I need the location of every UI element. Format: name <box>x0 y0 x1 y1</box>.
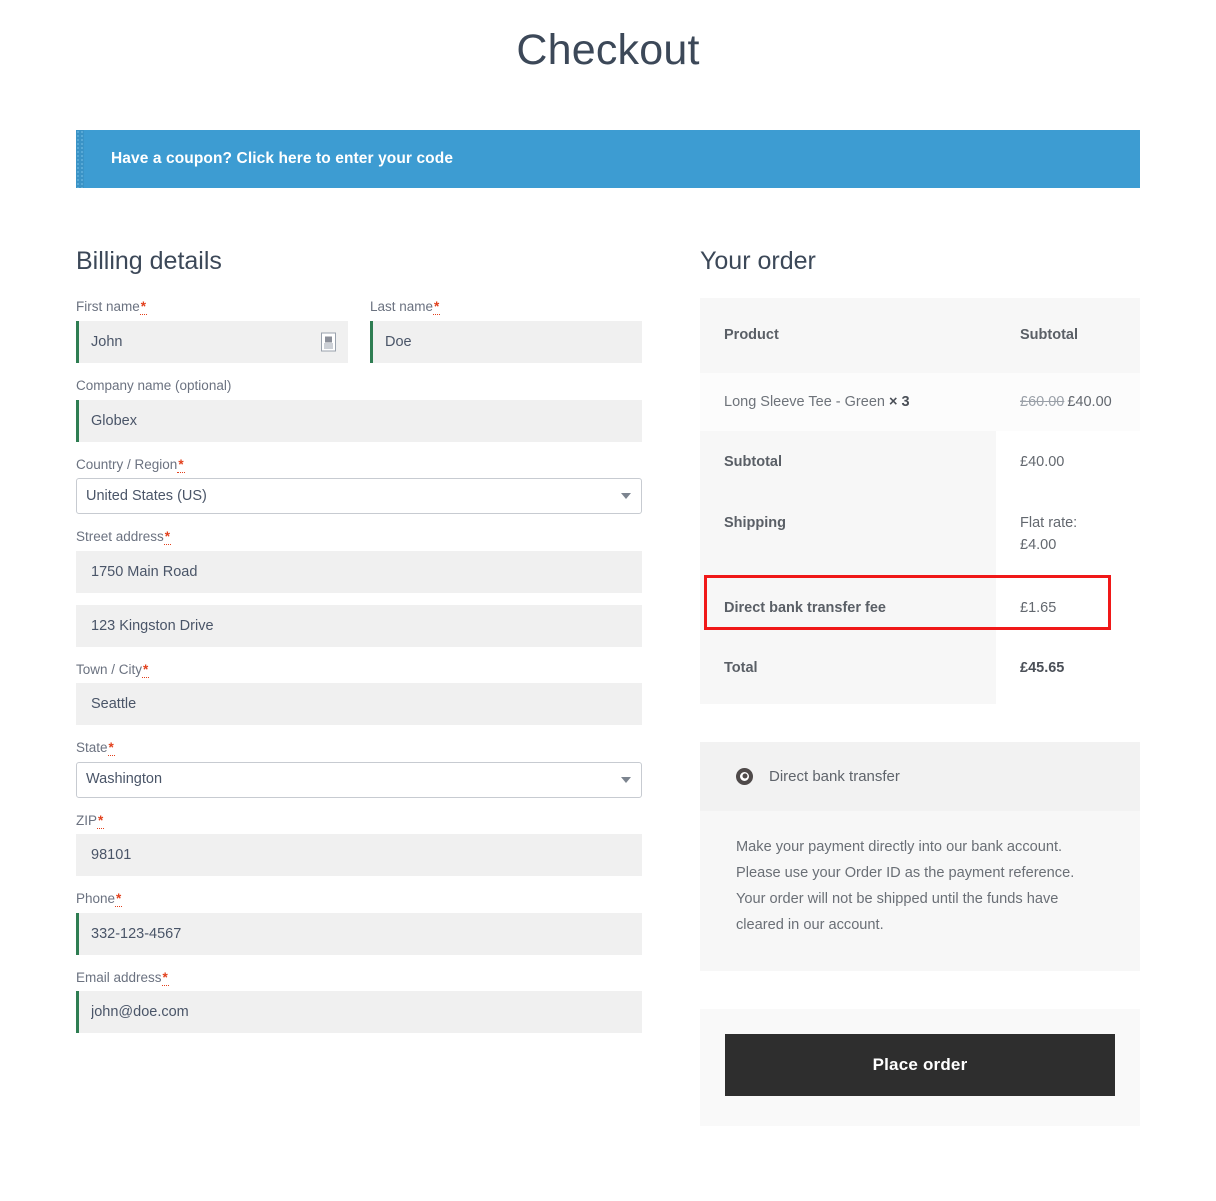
order-table-body: Long Sleeve Tee - Green × 3 £60.00 £40.00… <box>700 372 1140 704</box>
radio-selected-icon[interactable] <box>736 767 753 785</box>
bank-transfer-fee-value: £1.65 <box>996 578 1140 638</box>
page-title: Checkout <box>516 26 700 74</box>
payment-method-direct-bank-transfer[interactable]: Direct bank transfer <box>700 741 1140 811</box>
field-country-region: Country / Region* United States (US) <box>76 456 642 515</box>
name-row: First name* Last name* <box>76 298 642 377</box>
last-name-input[interactable] <box>370 320 642 363</box>
order-subtotal-row: Subtotal £40.00 <box>700 431 1140 494</box>
order-bank-transfer-fee-row: Direct bank transfer fee £1.65 <box>700 578 1140 638</box>
zip-input[interactable] <box>76 834 642 877</box>
order-review-column: Your order Product Subtotal Long Sleeve … <box>700 246 1140 1126</box>
email-address-label: Email address* <box>76 969 169 986</box>
coupon-notice-edge-icon <box>76 130 84 189</box>
company-name-input[interactable] <box>76 399 642 442</box>
checkout-content: Have a coupon? Click here to enter your … <box>76 75 1140 1126</box>
place-order-button[interactable]: Place order <box>725 1033 1115 1096</box>
field-zip: ZIP* <box>76 812 642 877</box>
street-address-label: Street address* <box>76 529 172 546</box>
first-name-label: First name* <box>76 299 148 316</box>
email-address-input[interactable] <box>76 991 642 1034</box>
country-region-selected-value: United States (US) <box>86 487 207 504</box>
total-value: £45.65 <box>996 637 1140 704</box>
last-name-label: Last name* <box>370 299 441 316</box>
coupon-notice: Have a coupon? Click here to enter your … <box>76 130 1140 189</box>
state-selected-value: Washington <box>86 771 163 788</box>
field-phone: Phone* <box>76 890 642 955</box>
required-indicator: * <box>97 812 105 829</box>
column-header-subtotal: Subtotal <box>996 298 1140 373</box>
phone-input[interactable] <box>76 912 642 955</box>
first-name-input-wrap <box>76 320 348 363</box>
order-review-wrap: Product Subtotal Long Sleeve Tee - Green… <box>700 298 1140 704</box>
required-indicator: * <box>115 891 123 908</box>
country-region-label: Country / Region* <box>76 456 185 473</box>
required-indicator: * <box>139 299 148 316</box>
required-indicator: * <box>161 969 169 986</box>
first-name-input[interactable] <box>76 320 348 363</box>
field-email-address: Email address* <box>76 969 642 1034</box>
order-line-item-row: Long Sleeve Tee - Green × 3 £60.00 £40.00 <box>700 372 1140 432</box>
your-order-heading: Your order <box>700 247 816 276</box>
field-company-name: Company name (optional) <box>76 377 642 442</box>
line-item-name: Long Sleeve Tee - Green <box>724 393 885 410</box>
town-city-input[interactable] <box>76 683 642 726</box>
order-review-table: Product Subtotal Long Sleeve Tee - Green… <box>700 298 1140 704</box>
field-last-name: Last name* <box>370 298 642 363</box>
subtotal-label: Subtotal <box>700 431 996 494</box>
field-town-city: Town / City* <box>76 661 642 726</box>
column-header-product: Product <box>700 298 996 373</box>
billing-details-column: Billing details First name* Last name* <box>76 246 642 1047</box>
line-item-subtotal-cell: £60.00 £40.00 <box>996 372 1140 432</box>
state-select[interactable]: Washington <box>76 761 642 798</box>
order-total-row: Total £45.65 <box>700 637 1140 704</box>
shipping-method-amount: £4.00 <box>1020 537 1057 554</box>
town-city-label: Town / City* <box>76 661 150 678</box>
street-address-line2-input[interactable] <box>76 604 642 647</box>
line-item-original-price: £60.00 <box>1020 393 1065 410</box>
line-item-price: £40.00 <box>1067 393 1112 410</box>
order-shipping-row: Shipping Flat rate: £4.00 <box>700 493 1140 579</box>
chevron-down-icon <box>621 493 631 500</box>
required-indicator: * <box>177 456 185 473</box>
order-review-box: Product Subtotal Long Sleeve Tee - Green… <box>700 298 1140 704</box>
bank-transfer-fee-label: Direct bank transfer fee <box>700 578 996 638</box>
payment-method-label: Direct bank transfer <box>769 767 900 785</box>
shipping-method-name: Flat rate: <box>1020 514 1078 531</box>
field-street-address: Street address* <box>76 528 642 593</box>
required-indicator: * <box>163 529 172 546</box>
chevron-down-icon <box>621 776 631 783</box>
line-item-quantity: × 3 <box>888 393 910 410</box>
company-name-label: Company name (optional) <box>76 377 232 393</box>
country-region-select[interactable]: United States (US) <box>76 478 642 515</box>
checkout-page: Checkout Have a coupon? Click here to en… <box>0 0 1216 1201</box>
checkout-columns: Billing details First name* Last name* <box>76 246 1140 1126</box>
coupon-toggle-link[interactable]: Have a coupon? Click here to enter your … <box>111 150 453 168</box>
subtotal-value: £40.00 <box>996 431 1140 494</box>
field-first-name: First name* <box>76 298 348 363</box>
street-address-line1-input[interactable] <box>76 550 642 593</box>
required-indicator: * <box>107 740 115 757</box>
required-indicator: * <box>433 299 441 316</box>
payment-methods-box: Direct bank transfer Make your payment d… <box>700 741 1140 971</box>
shipping-label: Shipping <box>700 493 996 579</box>
field-street-address-line2 <box>76 604 642 647</box>
field-state: State* Washington <box>76 739 642 798</box>
billing-details-heading: Billing details <box>76 247 222 276</box>
payment-method-description: Make your payment directly into our bank… <box>700 810 1140 967</box>
order-table-head: Product Subtotal <box>700 298 1140 373</box>
total-label: Total <box>700 637 996 704</box>
order-table-header-row: Product Subtotal <box>700 298 1140 373</box>
state-label: State* <box>76 740 115 757</box>
line-item-name-cell: Long Sleeve Tee - Green × 3 <box>700 372 996 432</box>
required-indicator: * <box>142 661 150 678</box>
zip-label: ZIP* <box>76 812 105 829</box>
shipping-value: Flat rate: £4.00 <box>996 493 1140 579</box>
place-order-panel: Place order <box>700 1008 1140 1126</box>
phone-label: Phone* <box>76 891 123 908</box>
